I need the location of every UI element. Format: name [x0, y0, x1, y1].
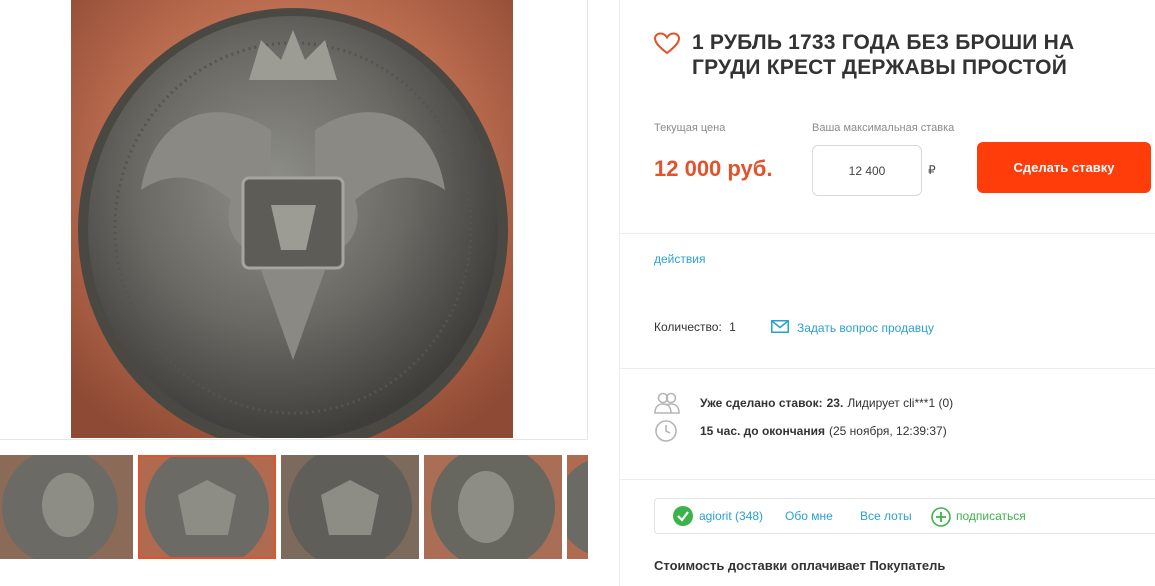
current-price-label: Текущая цена	[654, 122, 726, 134]
actions-link[interactable]: действия	[654, 252, 705, 266]
lot-title: 1 РУБЛЬ 1733 ГОДА БЕЗ БРОШИ НА ГРУДИ КРЕ…	[692, 31, 1075, 79]
divider	[619, 368, 1155, 369]
current-price: 12 000 руб.	[654, 156, 773, 181]
leader-text: Лидирует cli***1 (0)	[847, 396, 954, 410]
users-icon	[654, 391, 680, 415]
thumbnail-3[interactable]	[281, 455, 419, 559]
plus-circle-icon[interactable]	[931, 507, 951, 532]
envelope-icon	[771, 320, 789, 336]
thumbnail-strip	[0, 455, 588, 559]
thumbnail-4[interactable]	[424, 455, 562, 559]
clock-icon	[654, 419, 680, 443]
thumbnail-1[interactable]	[0, 455, 133, 559]
ask-seller-label: Задать вопрос продавцу	[797, 321, 935, 335]
currency-symbol: ₽	[928, 163, 936, 177]
bids-stat: Уже сделано ставок: 23. Лидирует cli***1…	[654, 391, 953, 415]
max-bid-label: Ваша максимальная ставка	[812, 122, 955, 134]
main-photo[interactable]	[71, 0, 513, 438]
thumbnail-2[interactable]	[138, 455, 276, 559]
quantity-value: 1	[729, 320, 736, 334]
place-bid-button[interactable]: Сделать ставку	[977, 142, 1151, 193]
all-lots-link[interactable]: Все лоты	[860, 509, 912, 523]
ask-seller-link[interactable]: Задать вопрос продавцу	[771, 320, 934, 336]
lot-page: 1 РУБЛЬ 1733 ГОДА БЕЗ БРОШИ НА ГРУДИ КРЕ…	[0, 0, 1155, 586]
heart-icon[interactable]	[653, 32, 681, 56]
quantity: Количество: 1	[654, 320, 736, 334]
time-left: 15 час. до окончания	[700, 424, 825, 438]
seller-name-link[interactable]: agiorit (348)	[699, 509, 763, 523]
quantity-label: Количество:	[654, 320, 722, 334]
time-left-stat: 15 час. до окончания (25 ноября, 12:39:3…	[654, 419, 947, 443]
column-divider	[619, 0, 620, 586]
bids-label: Уже сделано ставок:	[700, 396, 823, 410]
end-date: (25 ноября, 12:39:37)	[828, 424, 947, 438]
max-bid-input[interactable]	[812, 145, 922, 196]
check-circle-icon	[673, 506, 693, 531]
about-seller-link[interactable]: Обо мне	[785, 509, 833, 523]
thumbnail-5[interactable]	[567, 455, 588, 559]
shipping-info: Стоимость доставки оплачивает Покупатель	[654, 558, 946, 573]
divider	[619, 233, 1155, 234]
subscribe-link[interactable]: подписаться	[956, 509, 1026, 523]
bids-count: 23.	[826, 396, 844, 410]
divider	[619, 479, 1155, 480]
seller-box: agiorit (348) Обо мне Все лоты подписать…	[654, 498, 1155, 534]
